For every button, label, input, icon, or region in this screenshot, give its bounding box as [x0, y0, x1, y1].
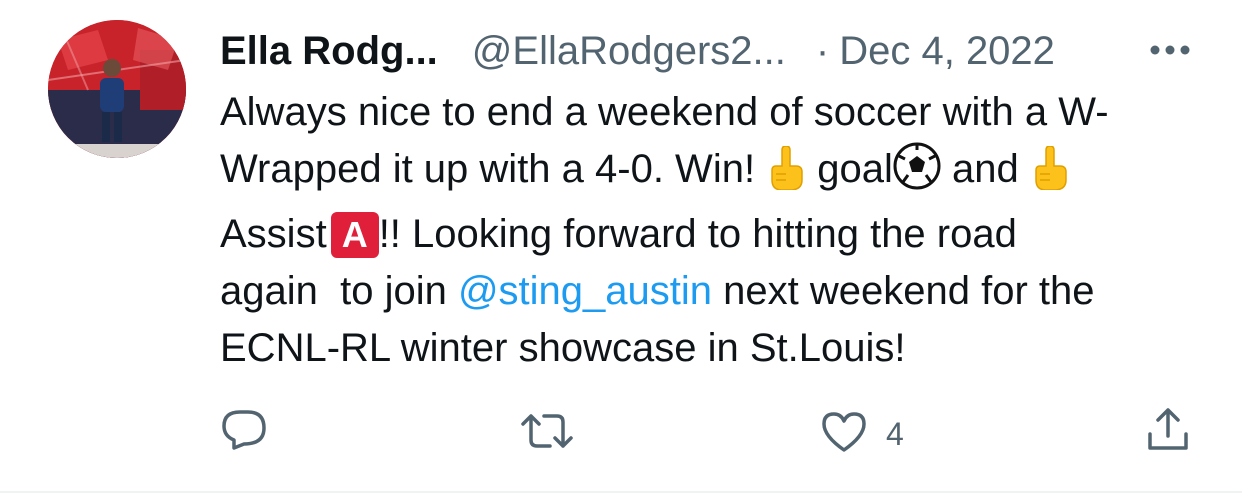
tweet-line: Assist A!! Looking forward to hitting the… [220, 206, 1210, 263]
tweet-line: again to join @sting_austin next weekend… [220, 263, 1210, 320]
point-up-emoji [1030, 145, 1070, 206]
soccer-ball-emoji [893, 142, 941, 206]
action-bar: 4 [0, 406, 1242, 458]
share-icon [1146, 406, 1190, 457]
tweet-header: Ella Rodg... @EllaRodgers2... · Dec 4, 2… [220, 26, 1055, 76]
more-options-icon[interactable] [1148, 34, 1192, 66]
divider [0, 491, 1242, 493]
text-segment: and [940, 147, 1030, 191]
text-segment: Always nice to end a weekend of soccer w… [220, 90, 1109, 134]
tweet-line: Always nice to end a weekend of soccer w… [220, 84, 1210, 141]
share-button[interactable] [1146, 406, 1190, 457]
like-count: 4 [886, 416, 904, 452]
point-up-emoji [766, 145, 806, 206]
retweet-button[interactable] [520, 410, 574, 457]
reply-button[interactable] [220, 408, 268, 459]
text-segment: goal [806, 147, 893, 191]
author-name[interactable]: Ella Rodg... [220, 29, 438, 74]
tweet-date[interactable]: Dec 4, 2022 [839, 29, 1055, 74]
like-button[interactable]: 4 [820, 410, 904, 459]
retweet-icon [520, 410, 574, 457]
tweet-text: Always nice to end a weekend of soccer w… [220, 84, 1210, 377]
text-segment: next weekend for the [712, 269, 1095, 313]
heart-icon [820, 410, 868, 459]
reply-icon [220, 408, 268, 459]
separator: · [815, 28, 830, 73]
a-button-emoji: A [330, 212, 379, 258]
text-segment: again to join [220, 269, 458, 313]
text-segment: !! Looking forward to hitting the road [378, 212, 1017, 256]
text-segment: Wrapped it up with a 4-0. Win! [220, 147, 767, 191]
author-handle[interactable]: @EllaRodgers2... [472, 29, 786, 74]
tweet[interactable]: Ella Rodg... @EllaRodgers2... · Dec 4, 2… [0, 0, 1242, 492]
mention-link[interactable]: @sting_austin [458, 269, 712, 313]
avatar[interactable] [48, 20, 186, 158]
tweet-line: ECNL-RL winter showcase in St.Louis! [220, 320, 1210, 377]
text-segment: Assist [220, 212, 327, 256]
text-segment: ECNL-RL winter showcase in St.Louis! [220, 326, 906, 370]
tweet-line: Wrapped it up with a 4-0. Win! goal and [220, 141, 1210, 206]
